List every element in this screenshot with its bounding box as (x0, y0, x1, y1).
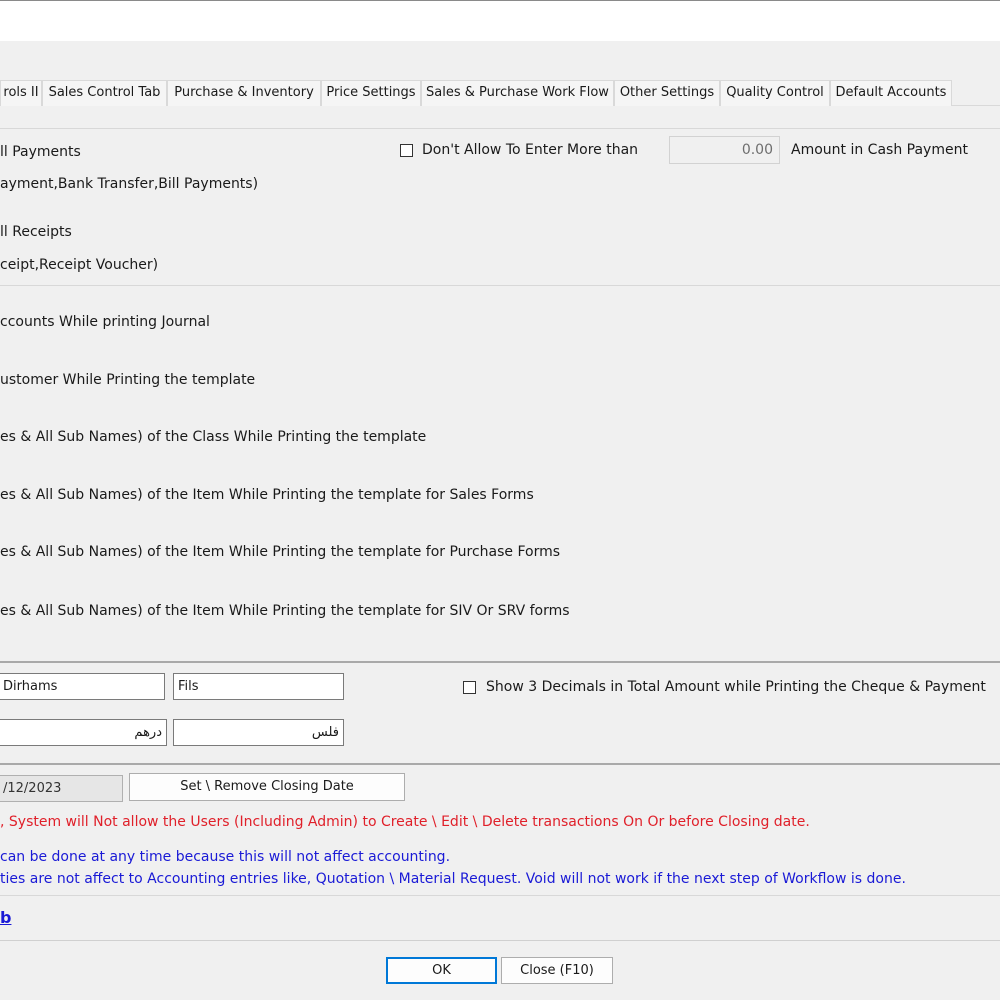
print-class-names-option[interactable]: es & All Sub Names) of the Class While P… (0, 429, 426, 445)
receipts-option-detail: ceipt,Receipt Voucher) (0, 257, 159, 273)
tab-purchase-inventory[interactable]: Purchase & Inventory (167, 80, 321, 106)
tab-default-accounts[interactable]: Default Accounts (830, 80, 952, 106)
cash-limit-label: Don't Allow To Enter More than (422, 142, 639, 158)
dialog-button-bar (0, 940, 1000, 1000)
print-item-names-siv-srv-option[interactable]: es & All Sub Names) of the Item While Pr… (0, 603, 570, 619)
receipts-option-label: ll Receipts (0, 224, 72, 240)
print-customer-template-option[interactable]: ustomer While Printing the template (0, 372, 255, 388)
payments-option-detail: ayment,Bank Transfer,Bill Payments) (0, 176, 259, 192)
payments-option-label: ll Payments (0, 144, 81, 160)
show-3-decimals-label: Show 3 Decimals in Total Amount while Pr… (486, 679, 986, 695)
show-3-decimals-checkbox[interactable] (463, 681, 476, 694)
section-divider (0, 661, 1000, 663)
tab-price-settings[interactable]: Price Settings (321, 80, 421, 106)
cash-limit-amount-field[interactable]: 0.00 (669, 136, 780, 164)
tab-sales-control[interactable]: Sales Control Tab (42, 80, 167, 106)
tab-other-settings[interactable]: Other Settings (614, 80, 720, 106)
cash-limit-checkbox[interactable] (400, 144, 413, 157)
section-divider (0, 128, 1000, 129)
tab-quality-control[interactable]: Quality Control (720, 80, 830, 106)
tab-sales-purchase-workflow[interactable]: Sales & Purchase Work Flow (421, 80, 614, 106)
closing-date-info-line1: can be done at any time because this wil… (0, 849, 451, 865)
window-title-bar (0, 0, 1000, 41)
section-divider (0, 763, 1000, 765)
close-button[interactable]: Close (F10) (501, 957, 613, 984)
print-item-names-sales-option[interactable]: es & All Sub Names) of the Item While Pr… (0, 487, 534, 503)
section-divider (0, 285, 1000, 286)
closing-date-field[interactable]: /12/2023 (0, 775, 123, 802)
currency-main-name-arabic-field[interactable]: درهم (0, 719, 167, 746)
settings-tab-strip: rols II Sales Control Tab Purchase & Inv… (0, 80, 1000, 106)
closing-date-info-line2: ties are not affect to Accounting entrie… (0, 871, 906, 887)
section-divider (0, 895, 1000, 896)
closing-date-warning: , System will Not allow the Users (Inclu… (0, 814, 810, 830)
currency-main-name-field[interactable]: Dirhams (0, 673, 165, 700)
currency-sub-name-arabic-field[interactable]: فلس (173, 719, 344, 746)
print-accounts-journal-option[interactable]: ccounts While printing Journal (0, 314, 210, 330)
print-item-names-purchase-option[interactable]: es & All Sub Names) of the Item While Pr… (0, 544, 560, 560)
ok-button[interactable]: OK (386, 957, 497, 984)
help-link[interactable]: b (0, 908, 11, 927)
set-remove-closing-date-button[interactable]: Set \ Remove Closing Date (129, 773, 405, 801)
currency-sub-name-field[interactable]: Fils (173, 673, 344, 700)
tab-controls-ii[interactable]: rols II (0, 80, 42, 106)
cash-limit-suffix-label: Amount in Cash Payment (791, 142, 968, 158)
